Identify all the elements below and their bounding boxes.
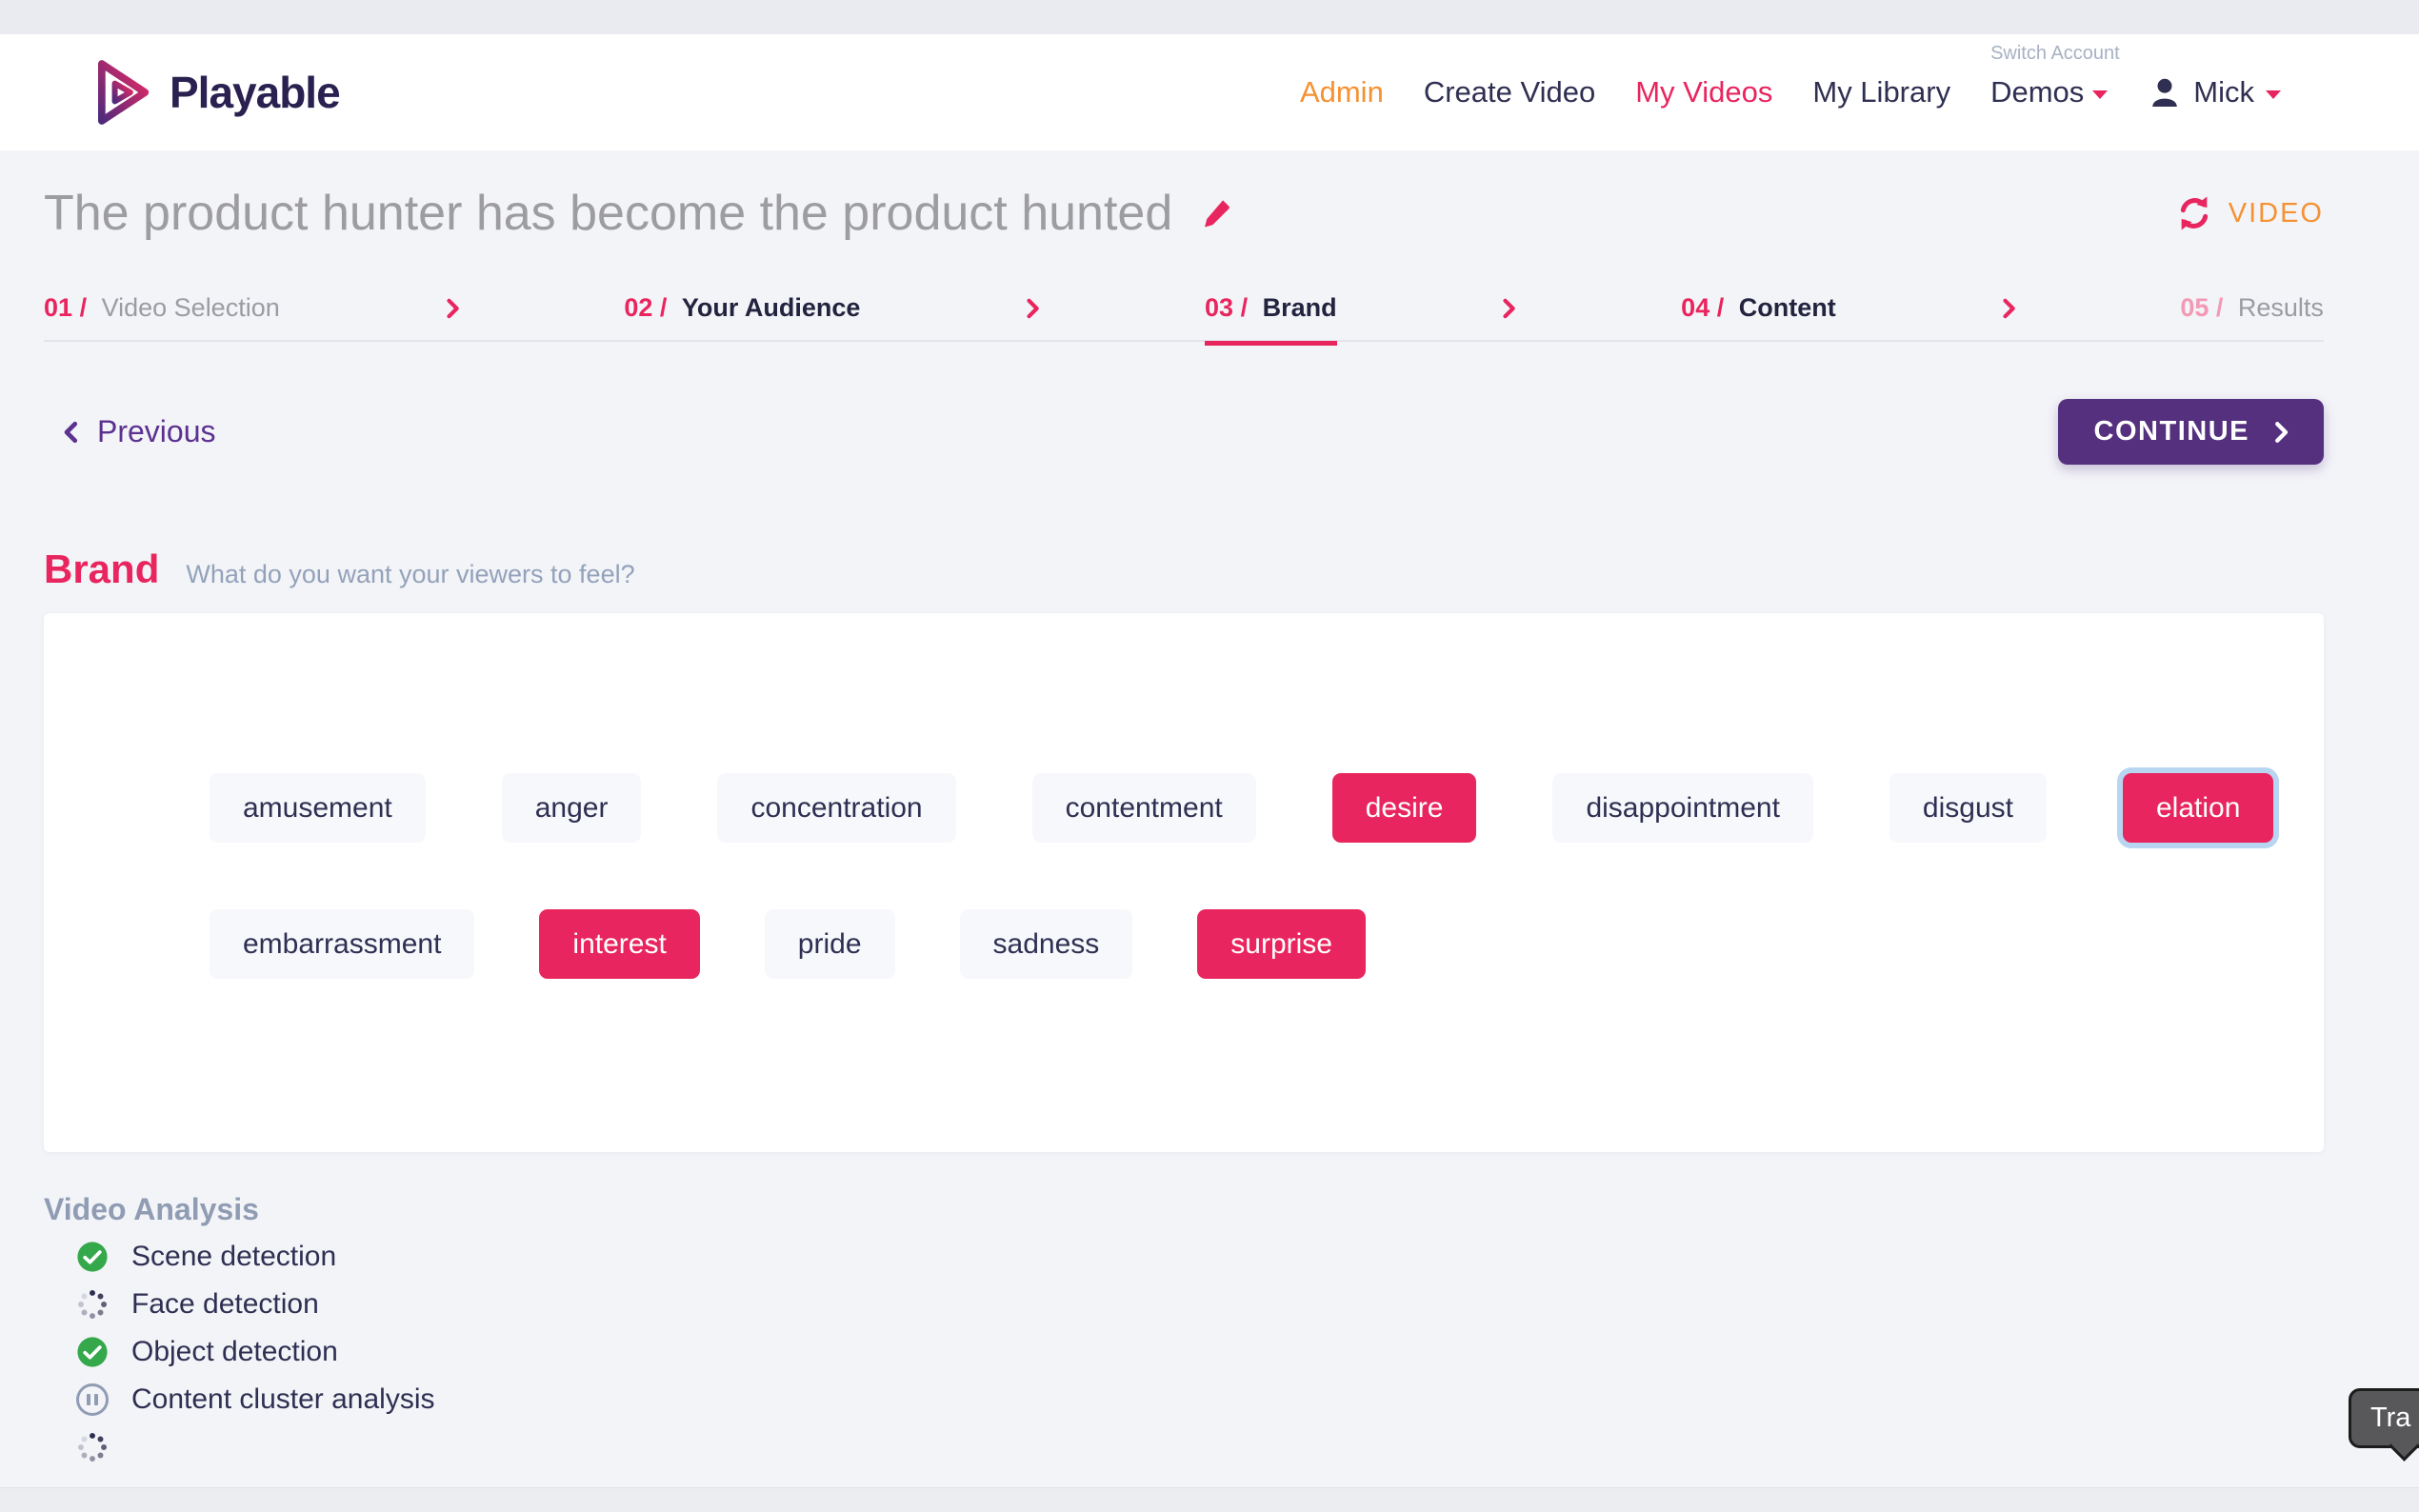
video-analysis-heading: Video Analysis xyxy=(44,1192,2324,1227)
step-number: 04 xyxy=(1681,293,1709,322)
step-separator: / xyxy=(660,293,668,322)
page-content: The product hunter has become the produc… xyxy=(0,185,2419,1467)
continue-label: CONTINUE xyxy=(2094,416,2249,448)
emotion-tag-anger[interactable]: anger xyxy=(502,773,642,843)
emotion-tag-concentration[interactable]: concentration xyxy=(717,773,955,843)
pause-circle-icon xyxy=(76,1383,109,1416)
spinner-icon xyxy=(76,1288,109,1321)
continue-button[interactable]: CONTINUE xyxy=(2058,399,2324,465)
previous-label: Previous xyxy=(97,414,216,449)
emotion-tag-sadness[interactable]: sadness xyxy=(960,909,1133,979)
nav-item-admin[interactable]: Admin xyxy=(1300,75,1384,109)
previous-button[interactable]: Previous xyxy=(57,414,216,449)
account-menu-demos: Demos xyxy=(1990,75,2084,109)
nav-item-create-video[interactable]: Create Video xyxy=(1424,75,1595,109)
video-title: The product hunter has become the produc… xyxy=(44,185,1172,242)
emotion-tag-embarrassment[interactable]: embarrassment xyxy=(210,909,474,979)
edit-pencil-icon[interactable] xyxy=(1199,196,1233,230)
step-01-video-selection[interactable]: 01 / Video Selection xyxy=(44,293,280,323)
nav-item-my-videos[interactable]: My Videos xyxy=(1635,75,1772,109)
emotion-tag-pride[interactable]: pride xyxy=(765,909,895,979)
step-02-your-audience[interactable]: 02 / Your Audience xyxy=(624,293,860,323)
nav-item-my-library[interactable]: My Library xyxy=(1812,75,1950,109)
chevron-right-icon xyxy=(2267,418,2295,447)
analysis-item-object-detection: Object detection xyxy=(44,1332,2324,1372)
analysis-item-face-detection: Face detection xyxy=(44,1284,2324,1324)
bottom-edge-band xyxy=(0,1487,2419,1512)
step-04-content[interactable]: 04 / Content xyxy=(1681,293,1836,323)
playable-logo[interactable]: Playable xyxy=(93,58,340,127)
user-name: Mick xyxy=(2193,75,2254,109)
step-separator: / xyxy=(1717,293,1725,322)
step-number: 05 xyxy=(2180,293,2209,322)
analysis-item-partial xyxy=(44,1427,2324,1467)
account-switcher[interactable]: Switch Account Demos xyxy=(1990,75,2108,109)
spinner-icon xyxy=(76,1431,109,1463)
chevron-right-icon xyxy=(1995,295,2022,322)
emotion-tag-amusement[interactable]: amusement xyxy=(210,773,426,843)
chevron-right-icon xyxy=(439,295,466,322)
tooltip-label: Tra xyxy=(2370,1403,2410,1433)
emotions-card: amusement anger concentration contentmen… xyxy=(44,613,2324,1152)
main-nav: Admin Create Video My Videos My Library … xyxy=(1300,75,2281,109)
chevron-down-icon xyxy=(2266,90,2281,99)
person-icon xyxy=(2148,75,2182,109)
check-circle-icon xyxy=(76,1241,109,1273)
step-label: Your Audience xyxy=(682,293,861,322)
switch-account-label: Switch Account xyxy=(1990,43,2120,65)
section-title: Brand xyxy=(44,547,159,592)
brand-section-header: Brand What do you want your viewers to f… xyxy=(44,547,2324,592)
analysis-item-label: Object detection xyxy=(131,1336,338,1368)
media-type-chip[interactable]: VIDEO xyxy=(2175,194,2324,232)
user-menu[interactable]: Mick xyxy=(2148,75,2281,109)
step-03-brand[interactable]: 03 / Brand xyxy=(1205,293,1337,323)
emotion-tag-desire[interactable]: desire xyxy=(1332,773,1477,843)
emotion-tag-disappointment[interactable]: disappointment xyxy=(1552,773,1812,843)
step-label: Results xyxy=(2238,293,2324,322)
step-05-results[interactable]: 05 / Results xyxy=(2180,293,2324,323)
check-circle-icon xyxy=(76,1336,109,1368)
step-label: Brand xyxy=(1263,293,1337,322)
analysis-item-scene-detection: Scene detection xyxy=(44,1237,2324,1277)
emotion-tag-contentment[interactable]: contentment xyxy=(1032,773,1256,843)
window-top-strip xyxy=(0,0,2419,34)
emotion-tag-elation[interactable]: elation xyxy=(2123,773,2273,843)
play-triangle-icon xyxy=(93,58,154,127)
step-separator: / xyxy=(1241,293,1249,322)
emotion-row-1: amusement anger concentration contentmen… xyxy=(210,773,2324,843)
logo-wordmark: Playable xyxy=(170,67,340,118)
step-label: Content xyxy=(1739,293,1836,322)
step-number: 02 xyxy=(624,293,652,322)
wizard-steps: 01 / Video Selection 02 / Your Audience … xyxy=(44,293,2324,342)
refresh-icon xyxy=(2175,194,2213,232)
chevron-right-icon xyxy=(1019,295,1046,322)
step-separator: / xyxy=(80,293,88,322)
translate-tooltip-button[interactable]: Tra xyxy=(2349,1388,2419,1448)
video-title-row: The product hunter has become the produc… xyxy=(44,185,2324,242)
analysis-item-label: Face detection xyxy=(131,1288,319,1321)
chevron-down-icon xyxy=(2092,90,2108,99)
analysis-item-label: Scene detection xyxy=(131,1241,336,1273)
emotion-tag-interest[interactable]: interest xyxy=(539,909,699,979)
section-subtitle: What do you want your viewers to feel? xyxy=(186,560,634,589)
chevron-left-icon xyxy=(57,418,86,447)
step-label: Video Selection xyxy=(102,293,280,322)
analysis-item-label: Content cluster analysis xyxy=(131,1383,435,1416)
media-type-label: VIDEO xyxy=(2229,198,2324,229)
step-separator: / xyxy=(2216,293,2224,322)
analysis-item-content-cluster: Content cluster analysis xyxy=(44,1380,2324,1420)
emotion-tag-surprise[interactable]: surprise xyxy=(1197,909,1366,979)
wizard-actions-row: Previous CONTINUE xyxy=(44,399,2324,465)
top-navigation-bar: Playable Admin Create Video My Videos My… xyxy=(0,34,2419,150)
video-analysis-section: Video Analysis Scene detection Face dete… xyxy=(44,1192,2324,1467)
step-number: 01 xyxy=(44,293,72,322)
step-number: 03 xyxy=(1205,293,1233,322)
emotion-row-2: embarrassment interest pride sadness sur… xyxy=(210,909,2324,979)
emotion-tag-disgust[interactable]: disgust xyxy=(1889,773,2047,843)
chevron-right-icon xyxy=(1495,295,1522,322)
